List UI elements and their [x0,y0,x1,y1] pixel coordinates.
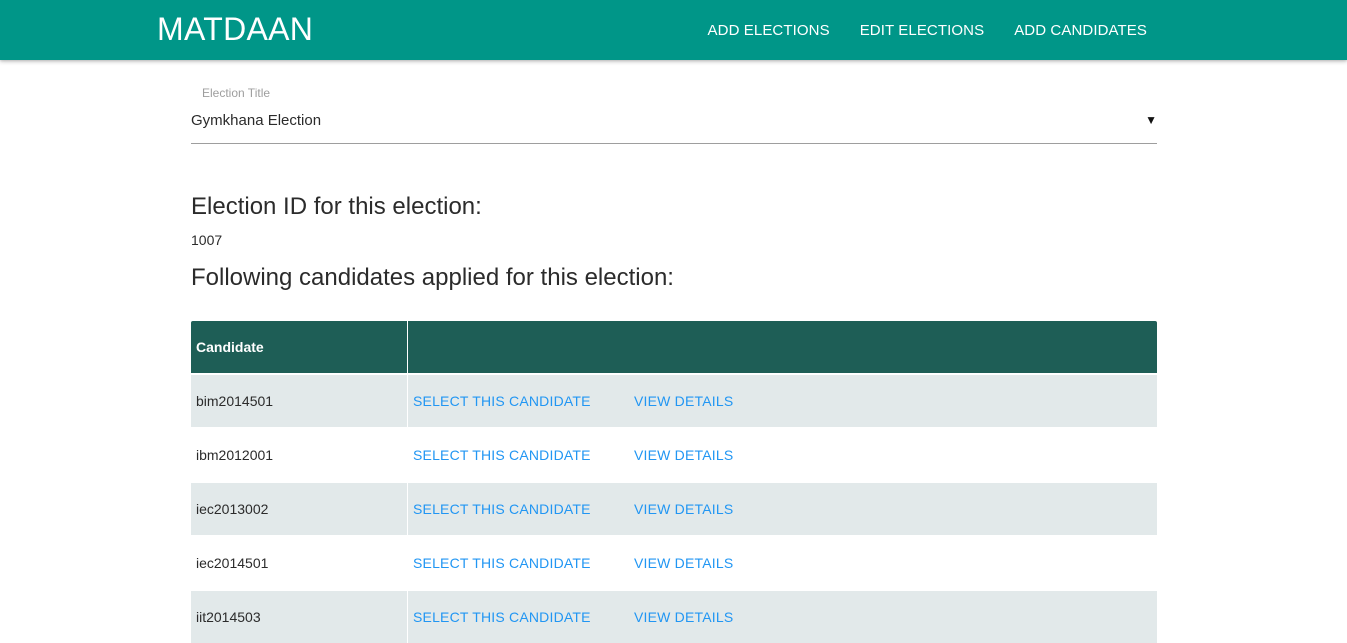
select-candidate-link[interactable]: SELECT THIS CANDIDATE [413,555,634,571]
candidate-name: iec2014501 [191,535,408,590]
candidate-name: iit2014503 [191,589,408,643]
election-title-value[interactable]: Gymkhana Election [191,112,321,129]
candidate-column-header: Candidate [191,321,408,374]
select-candidate-link[interactable]: SELECT THIS CANDIDATE [413,393,634,409]
select-candidate-link[interactable]: SELECT THIS CANDIDATE [413,447,634,463]
table-row: ibm2012001 SELECT THIS CANDIDATE VIEW DE… [191,427,1157,482]
election-id-heading: Election ID for this election: [191,193,482,220]
view-details-link[interactable]: VIEW DETAILS [634,393,733,409]
table-row: iec2014501 SELECT THIS CANDIDATE VIEW DE… [191,535,1157,590]
view-details-link[interactable]: VIEW DETAILS [634,555,733,571]
table-row: iec2013002 SELECT THIS CANDIDATE VIEW DE… [191,481,1157,536]
nav-edit-elections[interactable]: EDIT ELECTIONS [860,22,984,39]
view-details-link[interactable]: VIEW DETAILS [634,447,733,463]
candidate-actions: SELECT THIS CANDIDATE VIEW DETAILS [407,373,1157,428]
select-candidate-link[interactable]: SELECT THIS CANDIDATE [413,501,634,517]
top-navbar: MATDAAN ADD ELECTIONS EDIT ELECTIONS ADD… [0,0,1347,60]
election-id-value: 1007 [191,232,223,248]
brand-logo[interactable]: MATDAAN [157,10,313,48]
candidate-actions: SELECT THIS CANDIDATE VIEW DETAILS [407,535,1157,590]
select-candidate-link[interactable]: SELECT THIS CANDIDATE [413,609,634,625]
candidates-table: Candidate bim2014501 SELECT THIS CANDIDA… [191,321,1157,643]
table-header-row: Candidate [191,321,1157,374]
nav-add-elections[interactable]: ADD ELECTIONS [708,22,830,39]
main-content: Election Title Gymkhana Election ▼ Elect… [191,60,1157,643]
candidate-actions: SELECT THIS CANDIDATE VIEW DETAILS [407,481,1157,536]
candidate-name: iec2013002 [191,481,408,536]
actions-column-header [407,321,1157,374]
candidate-name: ibm2012001 [191,427,408,482]
election-title-label: Election Title [202,86,271,100]
view-details-link[interactable]: VIEW DETAILS [634,501,733,517]
candidates-heading: Following candidates applied for this el… [191,264,674,291]
candidate-name: bim2014501 [191,373,408,428]
table-row: bim2014501 SELECT THIS CANDIDATE VIEW DE… [191,373,1157,428]
election-title-select[interactable]: Election Title Gymkhana Election ▼ [191,60,1157,144]
nav-links: ADD ELECTIONS EDIT ELECTIONS ADD CANDIDA… [678,0,1147,60]
view-details-link[interactable]: VIEW DETAILS [634,609,733,625]
candidate-actions: SELECT THIS CANDIDATE VIEW DETAILS [407,427,1157,482]
table-row: iit2014503 SELECT THIS CANDIDATE VIEW DE… [191,589,1157,643]
caret-down-icon[interactable]: ▼ [1145,113,1157,127]
nav-add-candidates[interactable]: ADD CANDIDATES [1014,22,1147,39]
select-underline [191,143,1157,144]
candidate-actions: SELECT THIS CANDIDATE VIEW DETAILS [407,589,1157,643]
